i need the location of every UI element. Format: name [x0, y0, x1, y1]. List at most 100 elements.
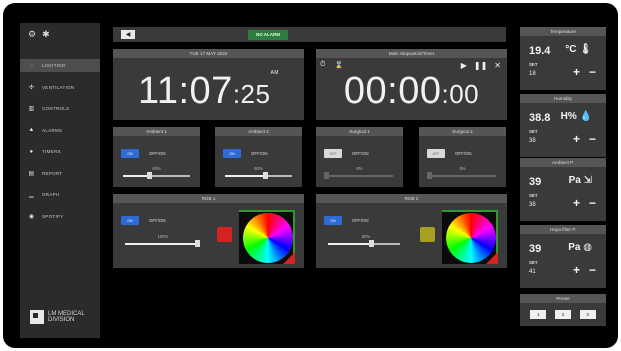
- stopwatch-title: Main Stopwatch/Timer: [316, 49, 507, 58]
- minus-button[interactable]: −: [589, 65, 596, 79]
- rgb-1-color-wheel[interactable]: [239, 210, 295, 264]
- top-bar: ◀ NO ALARM: [113, 27, 506, 42]
- surgical-2-slider[interactable]: [426, 172, 496, 179]
- temperature-panel: Temperature 19.4 °C 🌡 SET 18 + −: [520, 27, 606, 90]
- ambient-1-title: Ambient 1: [113, 127, 200, 136]
- surgical-1-percent: 0%: [356, 166, 363, 171]
- sidebar-item-alarms[interactable]: ▲ ALARMS: [20, 124, 100, 137]
- temperature-title: Temperature: [520, 27, 606, 36]
- rgb-2-toggle-label: OFF/ON: [352, 218, 369, 223]
- ambient-1-toggle[interactable]: ON: [121, 149, 139, 158]
- slider-knob[interactable]: [426, 172, 432, 179]
- minus-button[interactable]: −: [589, 196, 596, 210]
- rgb-2-color-wheel[interactable]: [442, 210, 498, 264]
- surgical-2-toggle[interactable]: OFF: [427, 149, 445, 158]
- drop-icon: 💧: [579, 111, 592, 122]
- sidebar-item-controls[interactable]: ▥ CONTROLS: [20, 102, 100, 115]
- preset-1-button[interactable]: 1: [530, 310, 547, 319]
- temperature-value: 19.4: [529, 45, 551, 57]
- hepa-filter-unit-text: Pa: [568, 242, 581, 253]
- speaker-button[interactable]: ◀: [121, 30, 135, 39]
- sidebar-item-label: LIGHTING: [42, 63, 66, 68]
- bug-icon[interactable]: ✱: [42, 29, 50, 40]
- ambient-2-percent: 60%: [254, 166, 263, 171]
- sidebar-item-ventilation[interactable]: ✣ VENTILATION: [20, 81, 100, 94]
- surgical-1-toggle-label: OFF/ON: [352, 151, 369, 156]
- sidebar-item-lighting[interactable]: ◌ LIGHTING: [20, 59, 100, 72]
- rgb-1-toggle[interactable]: ON: [121, 216, 139, 225]
- ambient-1-slider[interactable]: [123, 172, 190, 179]
- ambient-2-toggle-label: OFF/ON: [251, 151, 268, 156]
- rgb-1-slider[interactable]: [125, 240, 200, 247]
- slider-knob[interactable]: [368, 240, 374, 247]
- ambient-2-toggle[interactable]: ON: [223, 149, 241, 158]
- rgb-2-toggle[interactable]: ON: [324, 216, 342, 225]
- rgb-2-color-swatch[interactable]: [420, 227, 435, 242]
- preset-title: Preset: [520, 294, 606, 303]
- temperature-unit: °C 🌡: [565, 44, 592, 55]
- rgb-2-percent: 60%: [361, 234, 371, 239]
- ambient-pressure-unit-text: Pa: [568, 175, 581, 186]
- stopwatch-time: 00:00:00: [316, 70, 507, 113]
- rgb-1-toggle-label: OFF/ON: [149, 218, 166, 223]
- sidebar-top: ⚙ ✱: [20, 23, 100, 45]
- sidebar-item-label: REPORT: [42, 170, 63, 176]
- sidebar-item-report[interactable]: ▤ REPORT: [20, 167, 100, 180]
- sidebar: ⚙ ✱ ◌ LIGHTING ✣ VENTILATION ▥ CONTROLS …: [20, 23, 100, 338]
- clock-date: TUE 17 MAY 2022: [113, 49, 304, 58]
- plus-button[interactable]: +: [573, 263, 580, 277]
- hepa-filter-adjust: + −: [573, 263, 596, 277]
- sidebar-item-spotify[interactable]: ◉ SPOTIFY: [20, 210, 100, 223]
- clock-hours-minutes: 11:07: [138, 70, 233, 112]
- hourglass-icon[interactable]: ⌛: [334, 61, 343, 69]
- play-icon[interactable]: ▶: [461, 61, 467, 70]
- preset-2-button[interactable]: 2: [554, 310, 571, 319]
- pause-icon[interactable]: ❚❚: [474, 61, 487, 70]
- rgb-1-color-swatch[interactable]: [217, 227, 232, 242]
- preset-3-button[interactable]: 3: [579, 310, 596, 319]
- rgb-1-title: RGB 1: [113, 194, 304, 203]
- surgical-2-percent: 0%: [459, 166, 466, 171]
- fan-icon: ✣: [28, 84, 35, 91]
- ambient-2-slider[interactable]: [225, 172, 292, 179]
- ambient-pressure-value: 39: [529, 176, 542, 188]
- sidebar-nav: ◌ LIGHTING ✣ VENTILATION ▥ CONTROLS ▲ AL…: [20, 59, 100, 223]
- humidity-panel: Humidity 38.8 H% 💧 SET 38 + −: [520, 94, 606, 157]
- surgical-2-toggle-label: OFF/ON: [455, 151, 472, 156]
- ambient-1-percent: 40%: [152, 166, 161, 171]
- plus-button[interactable]: +: [573, 196, 580, 210]
- rgb-2-slider[interactable]: [328, 240, 400, 247]
- plus-button[interactable]: +: [573, 65, 580, 79]
- alarm-status-badge[interactable]: NO ALARM: [248, 29, 288, 40]
- clock-seconds: :25: [232, 79, 271, 109]
- plus-button[interactable]: +: [573, 132, 580, 146]
- ambient-1-toggle-label: OFF/ON: [149, 151, 166, 156]
- surgical-1-toggle[interactable]: OFF: [324, 149, 342, 158]
- chart-icon: ▁: [29, 192, 34, 198]
- surgical-1-slider[interactable]: [323, 172, 393, 179]
- timer-icon: ●: [29, 148, 34, 155]
- gear-icon[interactable]: ⚙: [28, 29, 36, 40]
- ambient-2-title: Ambient 2: [215, 127, 302, 136]
- slider-knob[interactable]: [147, 172, 153, 179]
- stopwatch-icon[interactable]: ⏱: [320, 61, 325, 69]
- logo-text: LM MEDICAL DIVISION: [48, 311, 85, 323]
- ambient-pressure-title: Ambient P.: [520, 158, 606, 167]
- controls-icon: ▥: [28, 106, 35, 112]
- close-icon[interactable]: ✕: [494, 61, 501, 70]
- sidebar-item-label: VENTILATION: [42, 84, 75, 90]
- ambient-pressure-unit: Pa ⇲: [569, 175, 592, 186]
- minus-button[interactable]: −: [589, 132, 596, 146]
- exit-icon: ⇲: [583, 175, 592, 186]
- slider-knob[interactable]: [262, 172, 268, 179]
- humidity-unit-text: H%: [560, 111, 577, 122]
- slider-knob[interactable]: [194, 240, 200, 247]
- sidebar-item-graph[interactable]: ▁ GRAPH: [20, 188, 100, 201]
- humidity-value: 38.8: [529, 112, 551, 124]
- slider-knob[interactable]: [323, 172, 329, 179]
- minus-button[interactable]: −: [589, 263, 596, 277]
- rgb-2-title: RGB 2: [316, 194, 507, 203]
- report-icon: ▤: [28, 170, 35, 177]
- sidebar-item-timers[interactable]: ● TIMERS: [20, 145, 100, 158]
- preset-buttons: 1 2 3: [520, 310, 606, 319]
